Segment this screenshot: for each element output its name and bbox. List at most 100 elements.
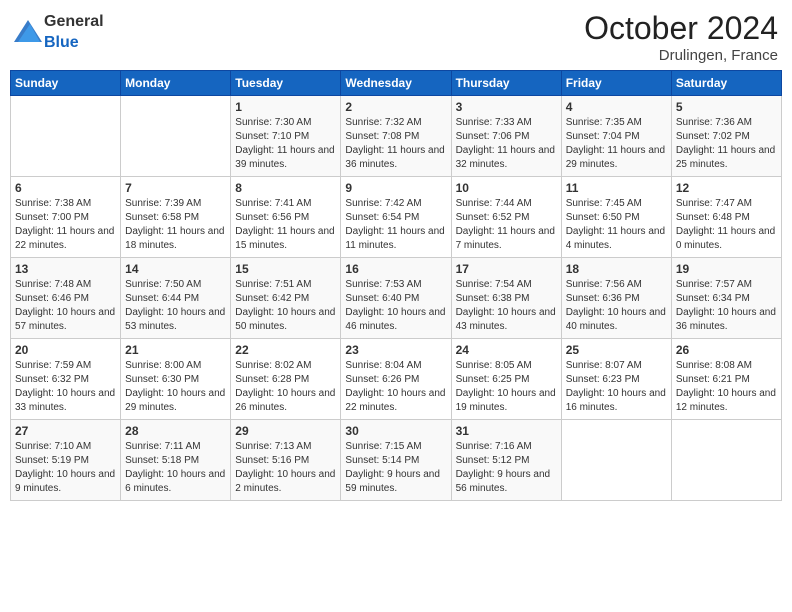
day-number: 17 — [456, 262, 557, 276]
day-cell: 21 Sunrise: 8:00 AM Sunset: 6:30 PM Dayli… — [121, 339, 231, 420]
day-number: 13 — [15, 262, 116, 276]
day-cell: 2 Sunrise: 7:32 AM Sunset: 7:08 PM Daylig… — [341, 96, 451, 177]
days-header-row: SundayMondayTuesdayWednesdayThursdayFrid… — [11, 71, 782, 96]
day-info: Sunrise: 8:05 AM Sunset: 6:25 PM Dayligh… — [456, 359, 557, 415]
day-number: 20 — [15, 343, 116, 357]
day-info: Sunrise: 7:44 AM Sunset: 6:52 PM Dayligh… — [456, 197, 557, 253]
day-number: 14 — [125, 262, 226, 276]
day-cell — [561, 420, 671, 501]
day-number: 26 — [676, 343, 777, 357]
day-cell: 29 Sunrise: 7:13 AM Sunset: 5:16 PM Dayli… — [231, 420, 341, 501]
day-info: Sunrise: 7:13 AM Sunset: 5:16 PM Dayligh… — [235, 440, 336, 496]
day-cell: 5Sunrise: 7:36 AM Sunset: 7:02 PM Daylig… — [671, 96, 781, 177]
day-number: 27 — [15, 424, 116, 438]
day-number: 6 — [15, 181, 116, 195]
day-cell: 26 Sunrise: 8:08 AM Sunset: 6:21 PM Dayli… — [671, 339, 781, 420]
week-row-2: 6 Sunrise: 7:38 AM Sunset: 7:00 PM Daylig… — [11, 177, 782, 258]
day-info: Sunrise: 7:38 AM Sunset: 7:00 PM Dayligh… — [15, 197, 116, 253]
month-title: October 2024 — [584, 10, 778, 47]
week-row-1: 1 Sunrise: 7:30 AM Sunset: 7:10 PM Daylig… — [11, 96, 782, 177]
logo-icon — [14, 20, 42, 42]
day-info: Sunrise: 7:51 AM Sunset: 6:42 PM Dayligh… — [235, 278, 336, 334]
day-info: Sunrise: 7:10 AM Sunset: 5:19 PM Dayligh… — [15, 440, 116, 496]
day-info: Sunrise: 7:56 AM Sunset: 6:36 PM Dayligh… — [566, 278, 667, 334]
day-number: 19 — [676, 262, 777, 276]
logo-blue-text: Blue — [44, 34, 79, 51]
day-number: 29 — [235, 424, 336, 438]
day-info: Sunrise: 7:11 AM Sunset: 5:18 PM Dayligh… — [125, 440, 226, 496]
week-row-4: 20 Sunrise: 7:59 AM Sunset: 6:32 PM Dayli… — [11, 339, 782, 420]
day-info: Sunrise: 7:50 AM Sunset: 6:44 PM Dayligh… — [125, 278, 226, 334]
day-info: Sunrise: 7:54 AM Sunset: 6:38 PM Dayligh… — [456, 278, 557, 334]
title-block: October 2024 Drulingen, France — [584, 10, 778, 64]
week-row-5: 27 Sunrise: 7:10 AM Sunset: 5:19 PM Dayli… — [11, 420, 782, 501]
day-cell: 25 Sunrise: 8:07 AM Sunset: 6:23 PM Dayli… — [561, 339, 671, 420]
day-cell: 23Sunrise: 8:04 AM Sunset: 6:26 PM Dayli… — [341, 339, 451, 420]
day-cell: 22 Sunrise: 8:02 AM Sunset: 6:28 PM Dayli… — [231, 339, 341, 420]
day-header-friday: Friday — [561, 71, 671, 96]
day-cell — [121, 96, 231, 177]
day-cell: 1 Sunrise: 7:30 AM Sunset: 7:10 PM Daylig… — [231, 96, 341, 177]
day-info: Sunrise: 7:33 AM Sunset: 7:06 PM Dayligh… — [456, 116, 557, 172]
day-header-tuesday: Tuesday — [231, 71, 341, 96]
day-cell: 30 Sunrise: 7:15 AM Sunset: 5:14 PM Dayli… — [341, 420, 451, 501]
day-cell: 17 Sunrise: 7:54 AM Sunset: 6:38 PM Dayli… — [451, 258, 561, 339]
day-number: 7 — [125, 181, 226, 195]
day-number: 31 — [456, 424, 557, 438]
day-info: Sunrise: 8:07 AM Sunset: 6:23 PM Dayligh… — [566, 359, 667, 415]
day-info: Sunrise: 7:48 AM Sunset: 6:46 PM Dayligh… — [15, 278, 116, 334]
day-info: Sunrise: 7:39 AM Sunset: 6:58 PM Dayligh… — [125, 197, 226, 253]
day-info: Sunrise: 7:30 AM Sunset: 7:10 PM Dayligh… — [235, 116, 336, 172]
day-info: Sunrise: 7:45 AM Sunset: 6:50 PM Dayligh… — [566, 197, 667, 253]
day-header-thursday: Thursday — [451, 71, 561, 96]
day-number: 9 — [345, 181, 446, 195]
day-cell: 14 Sunrise: 7:50 AM Sunset: 6:44 PM Dayli… — [121, 258, 231, 339]
day-cell: 19 Sunrise: 7:57 AM Sunset: 6:34 PM Dayli… — [671, 258, 781, 339]
day-number: 18 — [566, 262, 667, 276]
day-number: 22 — [235, 343, 336, 357]
day-cell: 20 Sunrise: 7:59 AM Sunset: 6:32 PM Dayli… — [11, 339, 121, 420]
day-info: Sunrise: 7:35 AM Sunset: 7:04 PM Dayligh… — [566, 116, 667, 172]
day-cell: 15 Sunrise: 7:51 AM Sunset: 6:42 PM Dayli… — [231, 258, 341, 339]
day-number: 30 — [345, 424, 446, 438]
day-number: 21 — [125, 343, 226, 357]
day-info: Sunrise: 7:15 AM Sunset: 5:14 PM Dayligh… — [345, 440, 446, 496]
day-info: Sunrise: 7:59 AM Sunset: 6:32 PM Dayligh… — [15, 359, 116, 415]
day-info: Sunrise: 8:08 AM Sunset: 6:21 PM Dayligh… — [676, 359, 777, 415]
day-info: Sunrise: 7:36 AM Sunset: 7:02 PM Dayligh… — [676, 116, 777, 172]
day-info: Sunrise: 7:57 AM Sunset: 6:34 PM Dayligh… — [676, 278, 777, 334]
day-number: 2 — [345, 100, 446, 114]
day-info: Sunrise: 7:32 AM Sunset: 7:08 PM Dayligh… — [345, 116, 446, 172]
day-cell: 18 Sunrise: 7:56 AM Sunset: 6:36 PM Dayli… — [561, 258, 671, 339]
day-cell — [671, 420, 781, 501]
day-number: 24 — [456, 343, 557, 357]
day-info: Sunrise: 7:42 AM Sunset: 6:54 PM Dayligh… — [345, 197, 446, 253]
day-header-saturday: Saturday — [671, 71, 781, 96]
day-header-sunday: Sunday — [11, 71, 121, 96]
day-number: 25 — [566, 343, 667, 357]
calendar-table: SundayMondayTuesdayWednesdayThursdayFrid… — [10, 70, 782, 501]
day-info: Sunrise: 7:47 AM Sunset: 6:48 PM Dayligh… — [676, 197, 777, 253]
day-number: 1 — [235, 100, 336, 114]
day-number: 15 — [235, 262, 336, 276]
day-number: 3 — [456, 100, 557, 114]
day-cell: 7 Sunrise: 7:39 AM Sunset: 6:58 PM Daylig… — [121, 177, 231, 258]
day-info: Sunrise: 7:16 AM Sunset: 5:12 PM Dayligh… — [456, 440, 557, 496]
day-cell: 27 Sunrise: 7:10 AM Sunset: 5:19 PM Dayli… — [11, 420, 121, 501]
day-number: 8 — [235, 181, 336, 195]
day-cell — [11, 96, 121, 177]
day-cell: 3 Sunrise: 7:33 AM Sunset: 7:06 PM Daylig… — [451, 96, 561, 177]
day-cell: 31 Sunrise: 7:16 AM Sunset: 5:12 PM Dayli… — [451, 420, 561, 501]
day-info: Sunrise: 8:00 AM Sunset: 6:30 PM Dayligh… — [125, 359, 226, 415]
day-number: 23 — [345, 343, 446, 357]
day-cell: 16 Sunrise: 7:53 AM Sunset: 6:40 PM Dayli… — [341, 258, 451, 339]
day-cell: 24 Sunrise: 8:05 AM Sunset: 6:25 PM Dayli… — [451, 339, 561, 420]
page-header: General Blue October 2024 Drulingen, Fra… — [10, 10, 782, 64]
day-cell: 13 Sunrise: 7:48 AM Sunset: 6:46 PM Dayli… — [11, 258, 121, 339]
day-number: 16 — [345, 262, 446, 276]
day-cell: 10Sunrise: 7:44 AM Sunset: 6:52 PM Dayli… — [451, 177, 561, 258]
day-info: Sunrise: 8:02 AM Sunset: 6:28 PM Dayligh… — [235, 359, 336, 415]
day-info: Sunrise: 7:53 AM Sunset: 6:40 PM Dayligh… — [345, 278, 446, 334]
day-cell: 12Sunrise: 7:47 AM Sunset: 6:48 PM Dayli… — [671, 177, 781, 258]
logo: General Blue — [14, 10, 104, 52]
